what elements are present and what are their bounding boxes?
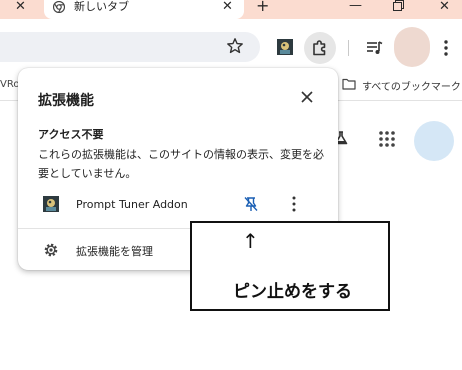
tab-close-button[interactable]: ✕: [222, 0, 233, 14]
popup-title: 拡張機能: [38, 93, 94, 109]
annotation-text: ピン止めをする: [233, 282, 352, 302]
extensions-button[interactable]: [304, 32, 336, 64]
profile-avatar[interactable]: [394, 27, 430, 67]
toolbar: [0, 19, 462, 67]
prompt-tuner-addon-icon[interactable]: [277, 39, 293, 55]
chrome-icon: [53, 1, 65, 13]
annotation-callout: ↑ ピン止めをする: [190, 221, 390, 311]
tab-previous[interactable]: ✕: [0, 0, 44, 19]
tab-new-tab[interactable]: 新しいタブ ✕: [44, 0, 244, 19]
new-tab-button[interactable]: +: [256, 0, 269, 15]
puzzle-icon: [313, 40, 326, 56]
all-bookmarks-label: すべてのブックマーク: [362, 82, 461, 93]
extension-name: Prompt Tuner Addon: [76, 198, 188, 211]
access-section-heading: アクセス不要: [38, 128, 104, 141]
bookmark-star-icon[interactable]: [226, 37, 244, 55]
up-arrow-icon: ↑: [242, 229, 259, 253]
apps-grid-icon[interactable]: [378, 130, 396, 148]
tab-title: 新しいタブ: [74, 0, 129, 13]
close-icon[interactable]: [300, 90, 314, 104]
account-avatar[interactable]: [414, 121, 454, 161]
more-vert-icon[interactable]: [440, 39, 452, 57]
media-control-icon[interactable]: [366, 40, 383, 56]
minimize-button[interactable]: —: [349, 0, 362, 13]
restore-button[interactable]: [393, 0, 404, 11]
all-bookmarks-button[interactable]: すべてのブックマーク: [342, 76, 462, 94]
prompt-tuner-addon-icon: [43, 196, 59, 212]
window-close-button[interactable]: ✕: [439, 0, 450, 14]
access-section-description: これらの拡張機能は、このサイトの情報の表示、変更を必要としていません。: [38, 148, 324, 180]
folder-icon: [342, 78, 356, 90]
address-bar[interactable]: [0, 32, 260, 62]
more-vert-icon[interactable]: [290, 195, 298, 213]
manage-extensions-label: 拡張機能を管理: [76, 245, 153, 258]
tab-strip: ✕ 新しいタブ ✕ + — ✕: [0, 0, 462, 19]
extension-row[interactable]: Prompt Tuner Addon: [18, 190, 338, 218]
bookmark-item[interactable]: VRo: [0, 79, 19, 90]
gear-icon: [44, 243, 58, 257]
pin-off-icon[interactable]: [243, 196, 259, 212]
toolbar-divider: [348, 40, 349, 56]
tab-close-button[interactable]: ✕: [15, 0, 26, 14]
